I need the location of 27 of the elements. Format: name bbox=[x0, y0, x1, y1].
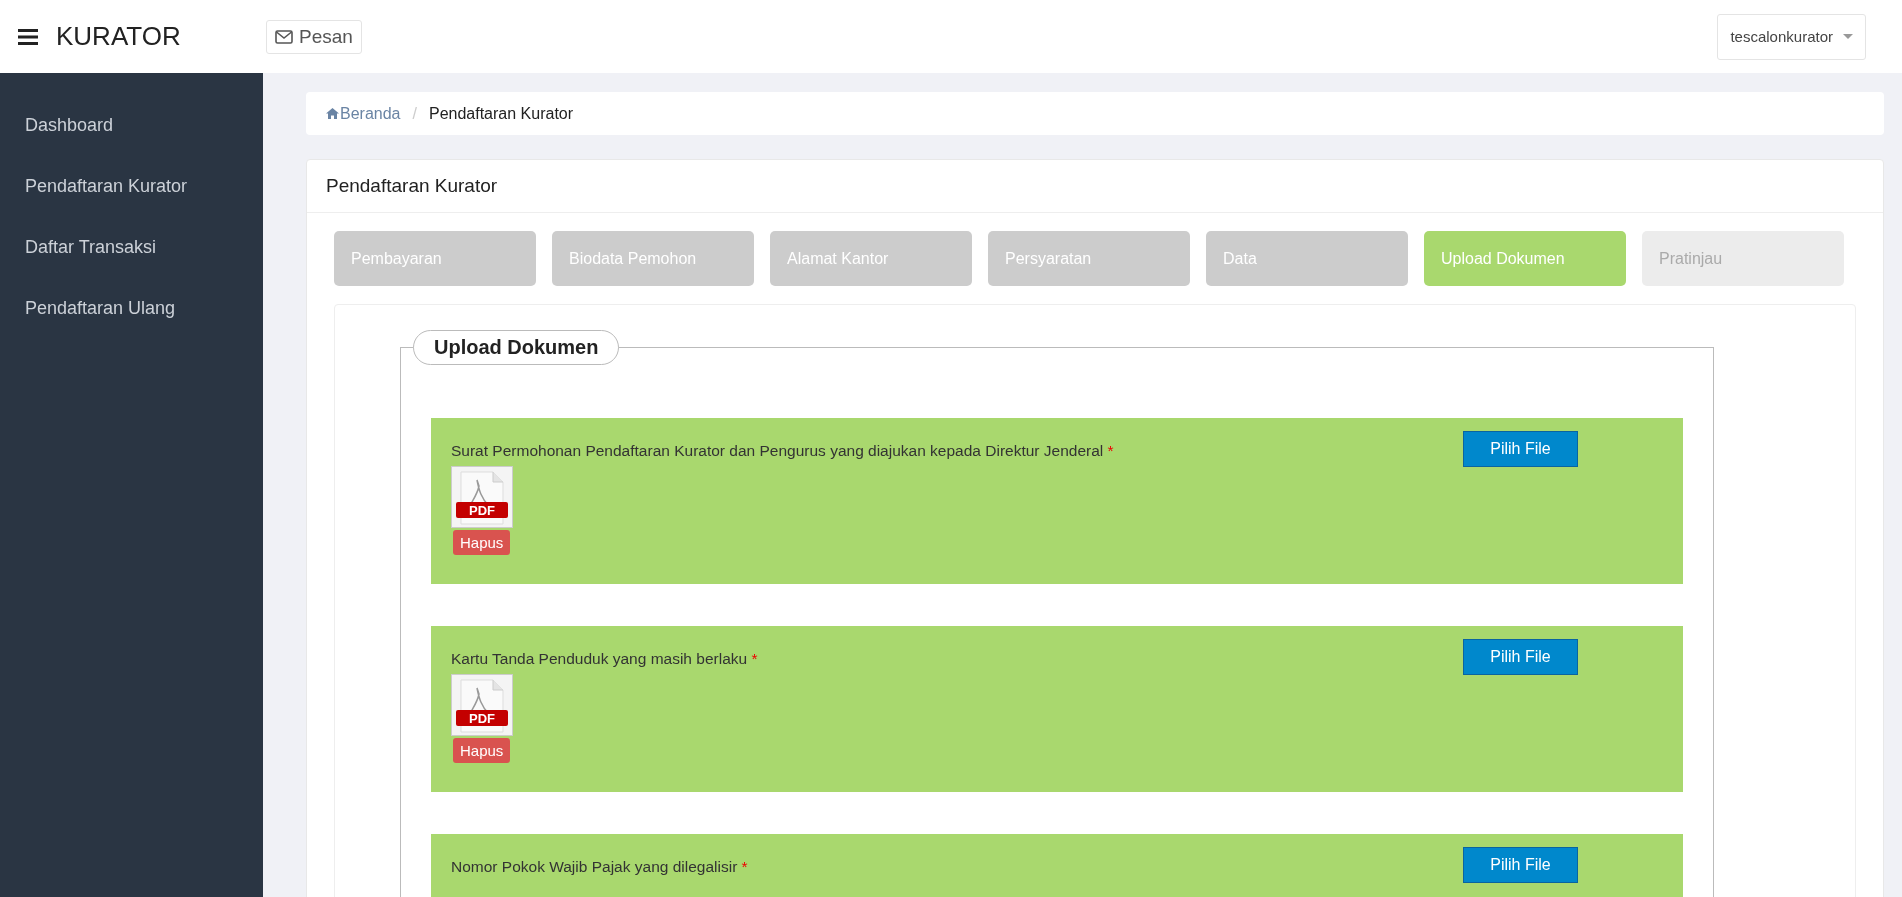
user-menu[interactable]: tescalonkurator bbox=[1717, 13, 1866, 60]
breadcrumb-link[interactable]: Beranda bbox=[326, 104, 401, 123]
breadcrumb-current: Pendaftaran Kurator bbox=[428, 104, 574, 123]
caret-icon bbox=[1843, 33, 1853, 40]
sidebar-item[interactable]: Dashboard bbox=[0, 95, 263, 156]
sidebar-item[interactable]: Daftar Transaksi bbox=[0, 217, 263, 278]
sidebar-item[interactable]: Pendaftaran Kurator bbox=[0, 156, 263, 217]
choose-file-button[interactable]: Pilih File bbox=[1463, 847, 1578, 883]
step-tab[interactable]: Pratinjau bbox=[1642, 231, 1844, 286]
panel-title: Pendaftaran Kurator bbox=[326, 175, 498, 196]
breadcrumb-separator: / bbox=[412, 104, 417, 123]
home-icon bbox=[326, 108, 339, 119]
message-button[interactable]: Pesan bbox=[266, 19, 362, 54]
menu-icon[interactable] bbox=[18, 28, 38, 45]
app-title: KURATOR bbox=[56, 21, 181, 52]
choose-file-button[interactable]: Pilih File bbox=[1463, 639, 1578, 675]
pdf-file-icon[interactable]: PDF bbox=[451, 466, 513, 528]
document-label: Surat Permohonan Pendaftaran Kurator dan Pengurus yang diajukan kepada Direktur Jenderal * bbox=[451, 442, 1115, 460]
delete-button[interactable]: Hapus bbox=[453, 738, 511, 763]
pdf-file-icon[interactable]: PDF bbox=[451, 674, 513, 736]
delete-button[interactable]: Hapus bbox=[453, 530, 511, 555]
envelope-icon bbox=[275, 29, 293, 44]
fieldset-legend: Upload Dokumen bbox=[413, 330, 620, 365]
document-label: Nomor Pokok Wajib Pajak yang dilegalisir * bbox=[451, 858, 749, 876]
choose-file-button[interactable]: Pilih File bbox=[1463, 431, 1578, 467]
document-label: Kartu Tanda Penduduk yang masih berlaku * bbox=[451, 650, 759, 668]
sidebar-item[interactable]: Pendaftaran Ulang bbox=[0, 278, 263, 339]
